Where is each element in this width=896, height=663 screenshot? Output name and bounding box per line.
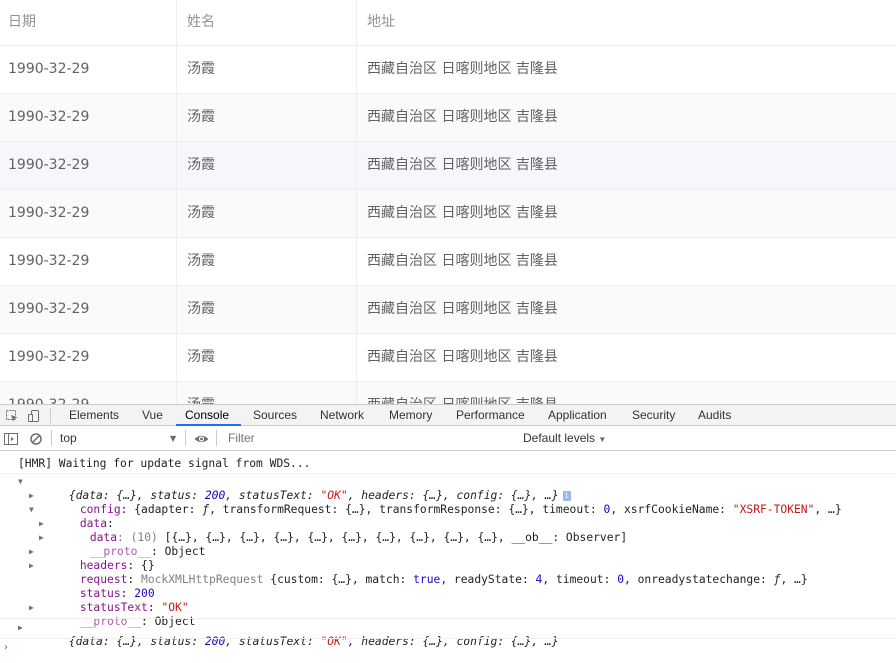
cell-date: 1990-32-29 bbox=[0, 238, 177, 286]
cell-date: 1990-32-29 bbox=[0, 334, 177, 382]
tab-network[interactable]: Network bbox=[320, 405, 364, 426]
console-object-response-2[interactable]: ▶ {data: {…}, status: 200, statusText: "O… bbox=[18, 621, 559, 648]
prop-data-array[interactable]: ▶ data: (10) [{…}, {…}, {…}, {…}, {…}, {…… bbox=[39, 517, 627, 544]
tab-performance[interactable]: Performance bbox=[456, 405, 525, 426]
cell-address: 西藏自治区 日喀则地区 吉隆县 bbox=[367, 109, 558, 125]
cell-date: 1990-32-29 bbox=[0, 94, 177, 142]
log-levels-dropdown[interactable]: Default levels ▼ bbox=[523, 426, 606, 450]
cell-address: 西藏自治区 日喀则地区 吉隆县 bbox=[357, 382, 896, 404]
message-divider bbox=[0, 638, 896, 639]
console-sidebar-icon[interactable] bbox=[4, 431, 18, 445]
collapse-triangle-icon[interactable]: ▶ bbox=[39, 531, 44, 545]
table-row[interactable]: 1990-32-29 汤霞 西藏自治区 日喀则地区 吉隆县 bbox=[0, 334, 896, 382]
cell-address: 西藏自治区 日喀则地区 吉隆县 bbox=[367, 301, 558, 317]
inspect-element-icon[interactable] bbox=[5, 408, 19, 422]
expand-triangle-icon[interactable]: ▼ bbox=[29, 503, 34, 517]
cell-address: 西藏自治区 日喀则地区 吉隆县 bbox=[367, 205, 558, 221]
console-toolbar: top ▼ Default levels ▼ bbox=[0, 426, 896, 451]
cell-name: 汤霞 bbox=[177, 46, 357, 94]
prop-config[interactable]: ▶ config: {adapter: ƒ, transformRequest: … bbox=[29, 489, 842, 516]
tab-memory[interactable]: Memory bbox=[389, 405, 432, 426]
cell-name: 汤霞 bbox=[177, 94, 357, 142]
table-row[interactable]: 1990-32-29 汤霞 西藏自治区 日喀则地区 吉隆县 bbox=[0, 238, 896, 286]
tab-audits[interactable]: Audits bbox=[698, 405, 731, 426]
tab-application[interactable]: Application bbox=[548, 405, 607, 426]
cell-address: 西藏自治区 日喀则地区 吉隆县 bbox=[367, 61, 558, 77]
cell-name: 汤霞 bbox=[177, 286, 357, 334]
cell-date: 1990-32-29 bbox=[0, 382, 177, 404]
table-header-row: 日期 姓名 地址 bbox=[0, 0, 896, 46]
toolbar-divider bbox=[51, 430, 52, 446]
table-row[interactable]: 1990-32-29 汤霞 西藏自治区 日喀则地区 吉隆县 bbox=[0, 286, 896, 334]
context-selector[interactable]: top bbox=[60, 426, 178, 450]
cell-date: 1990-32-29 bbox=[0, 142, 177, 190]
prop-data[interactable]: ▼ data: bbox=[29, 503, 114, 530]
cell-address: 西藏自治区 日喀则地区 吉隆县 bbox=[367, 157, 558, 173]
header-address[interactable]: 地址 bbox=[357, 0, 896, 46]
console-filter-input[interactable] bbox=[221, 428, 514, 448]
message-divider bbox=[0, 618, 896, 619]
console-object-response[interactable]: ▼ {data: {…}, status: 200, statusText: "O… bbox=[18, 475, 571, 502]
table-row[interactable]: 1990-32-29 汤霞 西藏自治区 日喀则地区 吉隆县 bbox=[0, 94, 896, 142]
console-prompt-icon[interactable]: › bbox=[4, 642, 8, 653]
collapse-triangle-icon[interactable]: ▶ bbox=[29, 489, 34, 503]
prop-status-text: statusText: "OK" bbox=[79, 601, 189, 614]
toolbar-divider bbox=[50, 408, 51, 423]
cell-name: 汤霞 bbox=[177, 382, 357, 404]
tab-console[interactable]: Console bbox=[185, 405, 229, 426]
clear-console-icon[interactable] bbox=[29, 431, 43, 445]
header-name[interactable]: 姓名 bbox=[177, 0, 357, 46]
cell-name: 汤霞 bbox=[177, 238, 357, 286]
cell-name: 汤霞 bbox=[177, 190, 357, 238]
live-expression-eye-icon[interactable] bbox=[194, 431, 209, 445]
prop-data-proto[interactable]: ▶ __proto__: Object bbox=[39, 531, 205, 558]
cell-address: 西藏自治区 日喀则地区 吉隆县 bbox=[367, 349, 558, 365]
collapse-triangle-icon[interactable]: ▶ bbox=[29, 601, 34, 615]
tab-vue[interactable]: Vue bbox=[142, 405, 163, 426]
tab-elements[interactable]: Elements bbox=[69, 405, 119, 426]
table-row[interactable]: 1990-32-29 汤霞 西藏自治区 日喀则地区 吉隆县 bbox=[0, 190, 896, 238]
prop-headers[interactable]: ▶ headers: {} bbox=[29, 545, 155, 572]
cell-name: 汤霞 bbox=[177, 142, 357, 190]
collapse-triangle-icon[interactable]: ▶ bbox=[39, 517, 44, 531]
toolbar-divider bbox=[185, 430, 186, 446]
context-dropdown-arrow[interactable]: ▼ bbox=[170, 434, 176, 443]
header-date[interactable]: 日期 bbox=[0, 0, 177, 46]
prop-status: status: 200 bbox=[79, 587, 155, 600]
data-table: 日期 姓名 地址 1990-32-29 汤霞 西藏自治区 日喀则地区 吉隆县 1… bbox=[0, 0, 896, 404]
cell-address: 西藏自治区 日喀则地区 吉隆县 bbox=[367, 253, 558, 269]
table-row[interactable]: 1990-32-29 汤霞 西藏自治区 日喀则地区 吉隆县 bbox=[0, 382, 896, 404]
chevron-down-icon: ▼ bbox=[598, 435, 607, 444]
cell-date: 1990-32-29 bbox=[0, 190, 177, 238]
devtools-tab-bar: Elements Vue Console Sources Network Mem… bbox=[0, 404, 896, 426]
cell-name: 汤霞 bbox=[177, 334, 357, 382]
message-divider bbox=[0, 473, 896, 474]
cell-date: 1990-32-29 bbox=[0, 286, 177, 334]
cell-date: 1990-32-29 bbox=[0, 46, 177, 94]
device-toolbar-icon[interactable] bbox=[27, 408, 41, 422]
collapse-triangle-icon[interactable]: ▶ bbox=[29, 559, 34, 573]
log-levels-label: Default levels bbox=[523, 431, 596, 445]
devtools-panel: Elements Vue Console Sources Network Mem… bbox=[0, 404, 896, 653]
collapse-triangle-icon[interactable]: ▶ bbox=[18, 621, 23, 635]
expand-triangle-icon[interactable]: ▼ bbox=[18, 475, 23, 489]
toolbar-divider bbox=[216, 430, 217, 446]
collapse-triangle-icon[interactable]: ▶ bbox=[29, 545, 34, 559]
console-message-hmr: [HMR] Waiting for update signal from WDS… bbox=[18, 457, 311, 470]
tab-security[interactable]: Security bbox=[632, 405, 675, 426]
table-row[interactable]: 1990-32-29 汤霞 西藏自治区 日喀则地区 吉隆县 bbox=[0, 46, 896, 94]
tab-sources[interactable]: Sources bbox=[253, 405, 297, 426]
table-row[interactable]: 1990-32-29 汤霞 西藏自治区 日喀则地区 吉隆县 bbox=[0, 142, 896, 190]
prop-request[interactable]: ▶ request: MockXMLHttpRequest {custom: {…… bbox=[29, 559, 808, 586]
prop-proto[interactable]: ▶ __proto__: Object bbox=[29, 601, 195, 628]
